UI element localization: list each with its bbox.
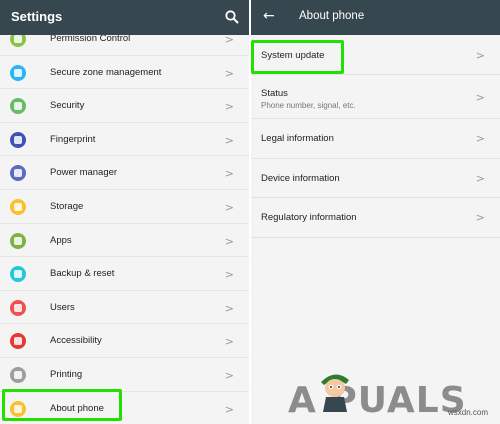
- chevron-right-icon: >: [224, 200, 234, 214]
- settings-app-bar: Settings: [0, 0, 249, 35]
- chevron-right-icon: >: [475, 132, 485, 145]
- page-title: Settings: [11, 9, 63, 24]
- chevron-right-icon: >: [224, 368, 234, 382]
- list-item-secure-zone[interactable]: Secure zone management >: [0, 56, 249, 90]
- list-item-storage[interactable]: Storage >: [0, 190, 249, 224]
- list-item-label: Security: [50, 100, 85, 112]
- list-item-label: Regulatory information: [261, 212, 357, 223]
- fingerprint-icon: [10, 131, 26, 148]
- watermark-text: wsxdn.com: [448, 408, 489, 417]
- chevron-right-icon: >: [224, 167, 234, 181]
- chevron-right-icon: >: [475, 91, 485, 104]
- list-item-label: Fingerprint: [50, 133, 96, 145]
- chevron-right-icon: >: [224, 268, 234, 282]
- list-item-subtitle: Phone number, signal, etc.: [261, 101, 356, 110]
- chevron-right-icon: >: [475, 211, 485, 224]
- list-item-device-information[interactable]: Device information >: [251, 159, 500, 198]
- list-item-regulatory-information[interactable]: Regulatory information >: [251, 198, 500, 238]
- list-item-users[interactable]: Users >: [0, 291, 249, 325]
- list-item-label: Printing: [50, 368, 83, 380]
- list-item-power-manager[interactable]: Power manager >: [0, 156, 249, 190]
- list-item-printing[interactable]: Printing >: [0, 358, 249, 392]
- search-icon[interactable]: [225, 10, 239, 24]
- accessibility-icon: [10, 333, 26, 350]
- users-icon: [10, 299, 26, 316]
- chevron-right-icon: >: [224, 234, 234, 248]
- chevron-right-icon: >: [224, 133, 234, 147]
- chevron-right-icon: >: [224, 100, 234, 114]
- chevron-right-icon: >: [224, 335, 234, 349]
- list-item-label: Legal information: [261, 133, 334, 144]
- backup-icon: [10, 266, 26, 283]
- chevron-right-icon: >: [224, 66, 234, 80]
- list-item-legal-information[interactable]: Legal information >: [251, 119, 500, 159]
- printing-icon: [10, 366, 26, 383]
- list-item-label: Power manager: [50, 167, 118, 179]
- list-item-label: Status: [261, 88, 288, 99]
- list-item-status[interactable]: Status Phone number, signal, etc. >: [251, 75, 500, 119]
- about-app-bar: ← About phone: [251, 0, 500, 35]
- back-arrow-icon[interactable]: ←: [263, 8, 275, 24]
- list-item-accessibility[interactable]: Accessibility >: [0, 324, 249, 358]
- security-icon: [10, 98, 26, 115]
- chevron-right-icon: >: [475, 172, 485, 185]
- list-item-label: Backup & reset: [50, 268, 115, 280]
- chevron-right-icon: >: [224, 402, 234, 416]
- about-phone-highlight: [2, 389, 122, 421]
- system-update-highlight: [251, 40, 344, 74]
- apps-icon: [10, 232, 26, 249]
- list-item-security[interactable]: Security >: [0, 89, 249, 123]
- list-item-label: Users: [50, 301, 75, 313]
- logo-wordmark: A PUALS: [288, 380, 467, 421]
- list-item-fingerprint[interactable]: Fingerprint >: [0, 123, 249, 157]
- list-item-label: Secure zone management: [50, 66, 162, 78]
- secure-zone-icon: [10, 64, 26, 81]
- settings-list: Permission Control > Secure zone managem…: [0, 22, 249, 424]
- storage-icon: [10, 198, 26, 215]
- list-item-apps[interactable]: Apps >: [0, 224, 249, 258]
- page-title: About phone: [299, 10, 365, 22]
- chevron-right-icon: >: [224, 301, 234, 315]
- power-icon: [10, 165, 26, 182]
- list-item-label: Apps: [50, 234, 72, 246]
- settings-panel: Settings Permission Control > Secure zon…: [0, 0, 249, 424]
- mascot-icon: [321, 374, 349, 412]
- list-item-label: Device information: [261, 173, 340, 184]
- list-item-label: Storage: [50, 200, 84, 212]
- chevron-right-icon: >: [475, 49, 485, 62]
- list-item-label: Accessibility: [50, 335, 102, 347]
- list-item-backup-reset[interactable]: Backup & reset >: [0, 257, 249, 291]
